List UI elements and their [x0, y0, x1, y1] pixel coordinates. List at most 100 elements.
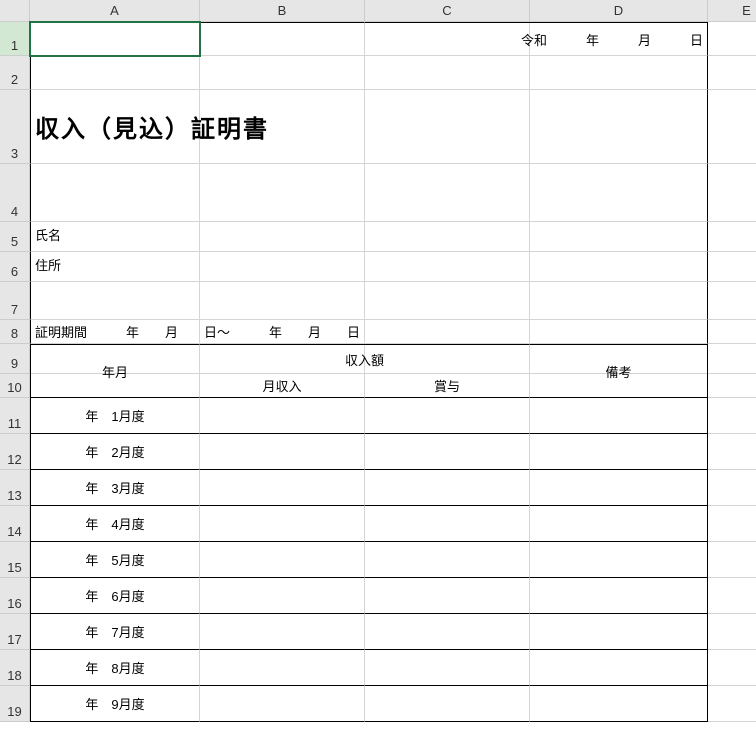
month-row-7: 年 7月度 [30, 614, 200, 650]
col-header-D[interactable]: D [530, 0, 708, 21]
month-row-1: 年 1月度 [30, 398, 200, 434]
rborder-r7 [530, 320, 708, 344]
cell-E1[interactable] [708, 22, 756, 56]
row1-right [530, 22, 708, 56]
select-all-corner[interactable] [0, 0, 30, 22]
row-header-15[interactable]: 15 [0, 542, 29, 578]
cell-C2[interactable] [365, 56, 530, 90]
row-header-5[interactable]: 5 [0, 222, 29, 252]
bonus-cell-5[interactable] [365, 542, 530, 578]
bonus-header: 賞与 [365, 374, 530, 398]
col-header-A[interactable]: A [30, 0, 200, 21]
monthly-income-cell-5[interactable] [200, 542, 365, 578]
monthly-income-cell-3[interactable] [200, 470, 365, 506]
cell-E6[interactable] [708, 252, 756, 282]
bonus-cell-3[interactable] [365, 470, 530, 506]
row-header-10[interactable]: 10 [0, 374, 29, 398]
remarks-cell-2[interactable] [530, 434, 708, 470]
cell-B6[interactable] [200, 252, 365, 282]
monthly-income-cell-9[interactable] [200, 686, 365, 722]
bonus-cell-7[interactable] [365, 614, 530, 650]
cell-E17[interactable] [708, 614, 756, 650]
cell-E12[interactable] [708, 434, 756, 470]
cell-E11[interactable] [708, 398, 756, 434]
monthly-income-cell-7[interactable] [200, 614, 365, 650]
cell-E13[interactable] [708, 470, 756, 506]
cell-C5[interactable] [365, 222, 530, 252]
row-header-19[interactable]: 19 [0, 686, 29, 722]
bonus-cell-4[interactable] [365, 506, 530, 542]
col-header-B[interactable]: B [200, 0, 365, 21]
row-header-6[interactable]: 6 [0, 252, 29, 282]
remarks-cell-4[interactable] [530, 506, 708, 542]
month-row-9: 年 9月度 [30, 686, 200, 722]
cell-E15[interactable] [708, 542, 756, 578]
row-header-13[interactable]: 13 [0, 470, 29, 506]
cell-E9[interactable] [708, 344, 756, 374]
remarks-cell-8[interactable] [530, 650, 708, 686]
month-row-3: 年 3月度 [30, 470, 200, 506]
remarks-cell-1[interactable] [530, 398, 708, 434]
lborder-r6 [30, 282, 200, 320]
row-header-16[interactable]: 16 [0, 578, 29, 614]
cell-E14[interactable] [708, 506, 756, 542]
name-label: 氏名 [30, 222, 200, 252]
monthly-income-cell-6[interactable] [200, 578, 365, 614]
row-header-2[interactable]: 2 [0, 56, 29, 90]
row-header-1[interactable]: 1 [0, 22, 29, 56]
cell-E4[interactable] [708, 164, 756, 222]
bonus-cell-9[interactable] [365, 686, 530, 722]
bonus-cell-1[interactable] [365, 398, 530, 434]
cell-B2[interactable] [200, 56, 365, 90]
cell-E3[interactable] [708, 90, 756, 164]
month-row-4: 年 4月度 [30, 506, 200, 542]
cell-B4[interactable] [200, 164, 365, 222]
certification-period: 証明期間 年 月 日～ 年 月 日 [30, 320, 530, 344]
row-headers: 12345678910111213141516171819 [0, 22, 30, 722]
cell-C6[interactable] [365, 252, 530, 282]
cell-B7[interactable] [200, 282, 365, 320]
row-header-18[interactable]: 18 [0, 650, 29, 686]
col-header-E[interactable]: E [708, 0, 756, 21]
cell-E8[interactable] [708, 320, 756, 344]
remarks-cell-5[interactable] [530, 542, 708, 578]
monthly-income-cell-8[interactable] [200, 650, 365, 686]
row-header-8[interactable]: 8 [0, 320, 29, 344]
cell-E7[interactable] [708, 282, 756, 320]
cell-C4[interactable] [365, 164, 530, 222]
bonus-cell-6[interactable] [365, 578, 530, 614]
bonus-cell-8[interactable] [365, 650, 530, 686]
cell-A1[interactable] [30, 22, 200, 56]
cell-E10[interactable] [708, 374, 756, 398]
cell-E16[interactable] [708, 578, 756, 614]
cell-C7[interactable] [365, 282, 530, 320]
remarks-cell-3[interactable] [530, 470, 708, 506]
cell-C3[interactable] [365, 90, 530, 164]
remarks-cell-9[interactable] [530, 686, 708, 722]
row-header-11[interactable]: 11 [0, 398, 29, 434]
col-header-C[interactable]: C [365, 0, 530, 21]
cell-E18[interactable] [708, 650, 756, 686]
row-header-14[interactable]: 14 [0, 506, 29, 542]
monthly-income-cell-4[interactable] [200, 506, 365, 542]
income-header: 収入額 [200, 344, 530, 374]
rborder-r3 [530, 164, 708, 222]
row-header-9[interactable]: 9 [0, 344, 29, 374]
cell-E5[interactable] [708, 222, 756, 252]
bonus-cell-2[interactable] [365, 434, 530, 470]
row-header-4[interactable]: 4 [0, 164, 29, 222]
row-header-7[interactable]: 7 [0, 282, 29, 320]
cell-E2[interactable] [708, 56, 756, 90]
remarks-cell-6[interactable] [530, 578, 708, 614]
remarks-header: 備考 [530, 344, 708, 398]
rborder-r6 [530, 282, 708, 320]
remarks-cell-7[interactable] [530, 614, 708, 650]
monthly-income-cell-2[interactable] [200, 434, 365, 470]
row-header-12[interactable]: 12 [0, 434, 29, 470]
row-header-17[interactable]: 17 [0, 614, 29, 650]
row-header-3[interactable]: 3 [0, 90, 29, 164]
cell-B5[interactable] [200, 222, 365, 252]
monthly-income-header: 月収入 [200, 374, 365, 398]
monthly-income-cell-1[interactable] [200, 398, 365, 434]
cell-E19[interactable] [708, 686, 756, 722]
